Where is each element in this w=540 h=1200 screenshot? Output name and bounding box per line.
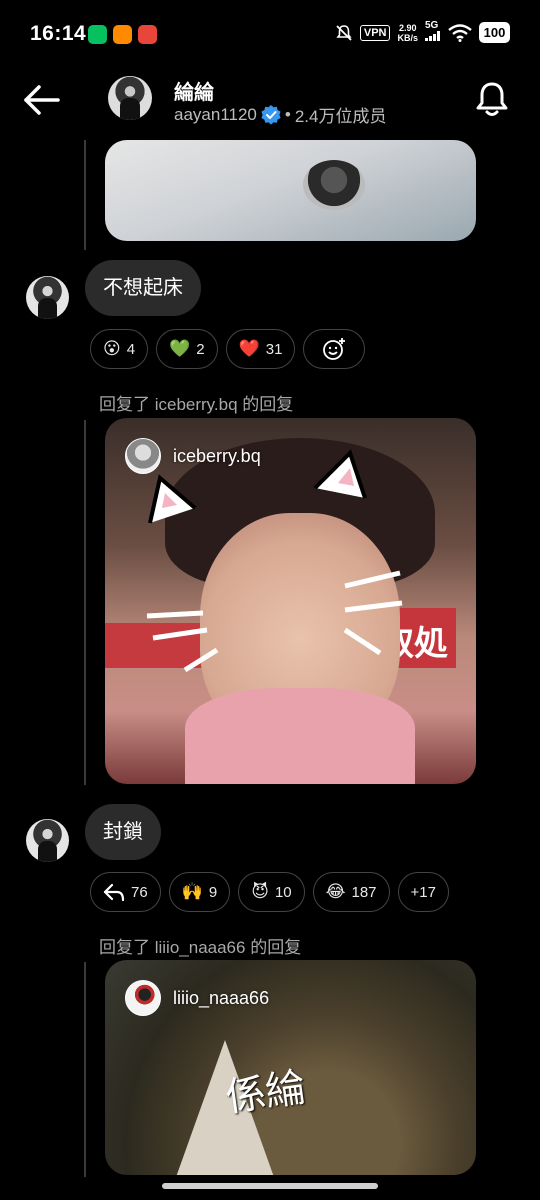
- speed-unit: KB/s: [397, 32, 418, 43]
- handwritten-overlay-text: 係綸: [222, 1064, 309, 1122]
- more-reactions-count: +17: [410, 883, 436, 901]
- verified-badge-icon: [261, 104, 281, 125]
- reaction-count: 4: [126, 340, 136, 358]
- network-type: 5G: [425, 20, 439, 31]
- reaction-count: 9: [208, 883, 218, 901]
- reaction-pill[interactable]: 😈 10: [238, 872, 305, 912]
- system-icons: VPN 2.90 KB/s 5G 100: [335, 21, 510, 44]
- mute-icon: [336, 24, 352, 41]
- reaction-row: 76 🙌 9 😈 10 😂 187 +17: [90, 872, 449, 912]
- separator-dot: •: [284, 104, 291, 124]
- reaction-pill[interactable]: 🙌 9: [168, 872, 231, 912]
- devil-emoji-icon: 😈: [251, 882, 269, 901]
- reaction-count: 10: [274, 883, 292, 901]
- battery-indicator: 100: [479, 22, 510, 43]
- reply-count-pill[interactable]: 76: [90, 872, 161, 912]
- reaction-row: 😮 4 💚 2 ❤️ 31: [90, 329, 366, 369]
- vpn-badge: VPN: [359, 24, 391, 41]
- thread-line: [84, 420, 86, 785]
- reaction-count: 2: [196, 340, 205, 358]
- green-heart-icon: 💚: [169, 339, 191, 358]
- speed-value: 2.90: [398, 22, 417, 33]
- reaction-pill[interactable]: 💚 2: [156, 329, 218, 369]
- cat-ear-doodle-icon: [148, 474, 197, 524]
- chat-header: 綸綸 aayan1120 • 2.4万位成员: [0, 70, 540, 140]
- add-emoji-icon: [323, 338, 346, 360]
- status-time: 16:14: [30, 22, 87, 45]
- notifications-button[interactable]: [474, 80, 510, 118]
- card-user-tag[interactable]: iceberry.bq: [125, 438, 261, 474]
- card-user-name: liiio_naaa66: [173, 987, 270, 1008]
- card-user-avatar: [125, 980, 161, 1016]
- reply-label[interactable]: 回复了 iceberry.bq 的回复: [99, 390, 293, 415]
- reaction-count: 187: [351, 883, 377, 901]
- photo-scarf: [185, 688, 415, 784]
- reaction-pill[interactable]: ❤️ 31: [225, 329, 296, 369]
- reaction-count: 76: [131, 883, 148, 901]
- cat-ear-doodle-icon: [313, 449, 367, 499]
- back-button[interactable]: [22, 80, 64, 120]
- network-speed: 2.90 KB/s: [397, 23, 418, 43]
- reply-arrow-icon: [103, 883, 125, 902]
- group-subtitle: aayan1120 • 2.4万位成员: [174, 102, 386, 127]
- raising-hands-icon: 🙌: [181, 882, 203, 901]
- card-user-avatar: [125, 438, 161, 474]
- signal-bars-icon: [425, 31, 440, 41]
- more-reactions-button[interactable]: +17: [397, 872, 449, 912]
- whisker-doodle-icon: [146, 610, 219, 673]
- status-bar: 16:14 VPN 2.90 KB/s 5G 100: [0, 0, 540, 70]
- dog-nose: [303, 160, 365, 210]
- wechat-icon: [88, 25, 107, 44]
- cellular-signal: 5G: [425, 21, 441, 44]
- wifi-icon: [448, 23, 472, 42]
- thread-line: [84, 962, 86, 1177]
- notification-icons: [88, 25, 157, 44]
- message-bubble[interactable]: 不想起床: [85, 260, 201, 316]
- sender-avatar[interactable]: [26, 819, 69, 862]
- media-dog-photo[interactable]: [105, 140, 476, 241]
- whisker-doodle-icon: [343, 570, 403, 656]
- arrow-left-icon: [24, 85, 60, 115]
- app-red-icon: [138, 25, 157, 44]
- reply-media-cat[interactable]: 係綸 liiio_naaa66: [105, 960, 476, 1175]
- reaction-count: 31: [265, 340, 283, 358]
- message-bubble[interactable]: 封鎖: [85, 804, 161, 860]
- surprised-emoji-icon: 😮: [103, 339, 121, 358]
- owner-handle[interactable]: aayan1120: [174, 105, 257, 125]
- member-count: 2.4万位成员: [294, 107, 387, 126]
- group-avatar[interactable]: [108, 76, 152, 120]
- reply-media-photo[interactable]: 取処 iceberry.bq: [105, 418, 476, 784]
- card-user-name: iceberry.bq: [173, 445, 261, 466]
- home-indicator[interactable]: [162, 1183, 378, 1189]
- add-reaction-button[interactable]: [303, 329, 366, 369]
- app-orange-icon: [113, 25, 132, 44]
- group-name[interactable]: 綸綸: [174, 76, 214, 105]
- red-heart-icon: ❤️: [238, 339, 260, 358]
- reaction-pill[interactable]: 😮 4: [90, 329, 149, 369]
- bell-icon: [476, 82, 508, 116]
- laughing-emoji-icon: 😂: [325, 882, 346, 901]
- sender-avatar[interactable]: [26, 276, 69, 319]
- reply-label[interactable]: 回复了 liiio_naaa66 的回复: [99, 933, 301, 958]
- card-user-tag[interactable]: liiio_naaa66: [125, 980, 269, 1016]
- reaction-pill[interactable]: 😂 187: [312, 872, 390, 912]
- thread-line: [84, 140, 86, 250]
